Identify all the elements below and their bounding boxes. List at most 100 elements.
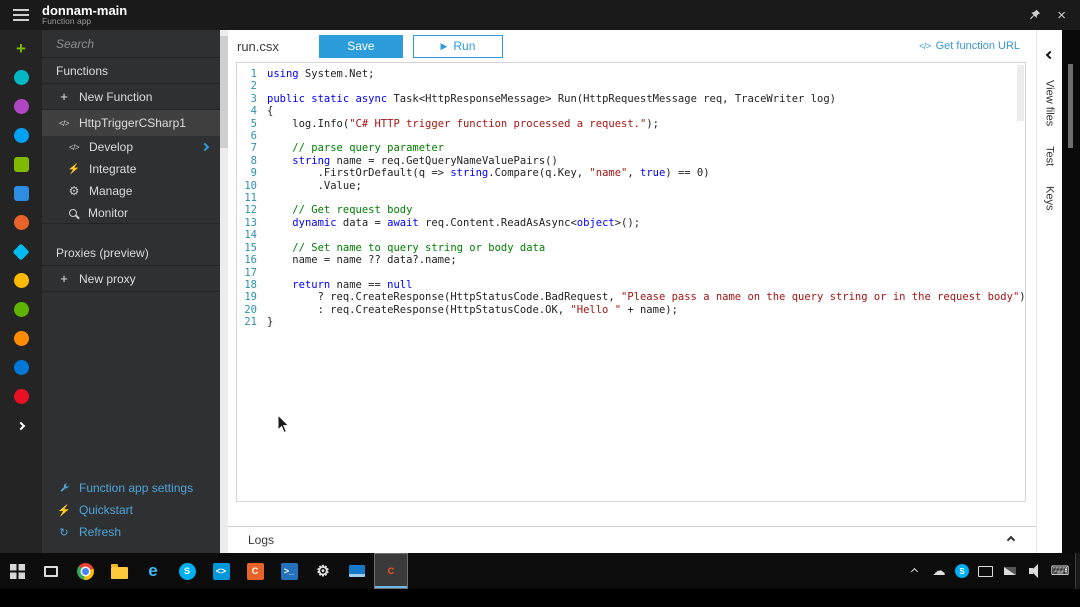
code-line: 14 — [237, 229, 1025, 241]
code-token: dynamic — [292, 216, 337, 229]
sidebar-scrollbar[interactable] — [220, 30, 228, 553]
save-button[interactable]: Save — [318, 34, 403, 58]
line-number: 10 — [244, 179, 257, 192]
rail-item-service-2[interactable] — [0, 92, 42, 121]
taskbar-app-skype[interactable]: S — [170, 553, 204, 589]
code-token: // Set name to query string or body data — [292, 241, 546, 254]
code-token: true — [640, 167, 666, 180]
taskbar-app-edge[interactable]: e — [136, 553, 170, 589]
taskbar-app-start[interactable] — [0, 553, 34, 589]
line-number: 7 — [250, 142, 257, 155]
rail-item-more[interactable] — [0, 411, 42, 440]
taskbar-app-file-explorer[interactable] — [102, 553, 136, 589]
code-token: name == — [330, 278, 388, 291]
code-line: 16 name = name ?? data?.name; — [237, 254, 1025, 266]
taskbar-app-settings[interactable]: ⚙ — [306, 553, 340, 589]
logs-bar[interactable]: Logs — [228, 526, 1036, 553]
rail-item-service-4[interactable] — [0, 150, 42, 179]
rail-item-service-6[interactable] — [0, 208, 42, 237]
hamburger-menu-icon[interactable] — [0, 0, 42, 30]
sidebar-item-new-proxy[interactable]: + New proxy — [42, 266, 220, 292]
tab-view-files[interactable]: View files — [1044, 80, 1056, 126]
rail-item-service-1[interactable] — [0, 63, 42, 92]
taskbar-app-chrome[interactable] — [68, 553, 102, 589]
code-line: 8 string name = req.GetQueryNameValuePai… — [237, 155, 1025, 167]
code-token: // parse query parameter — [292, 142, 445, 155]
sidebar-item-new-function[interactable]: + New Function — [42, 84, 220, 110]
taskbar-app-app-c[interactable]: C — [238, 553, 272, 589]
tab-keys[interactable]: Keys — [1044, 186, 1056, 210]
sidebar-item-develop[interactable]: </> Develop — [42, 136, 220, 158]
rail-item-service-11[interactable] — [0, 353, 42, 382]
sidebar-link-refresh[interactable]: ↻ Refresh — [42, 521, 220, 543]
page-scrollbar-thumb[interactable] — [1068, 64, 1073, 148]
sidebar-link-label: Function app settings — [79, 481, 194, 495]
sidebar-link-function-app-settings[interactable]: Function app settings — [42, 477, 220, 499]
pin-icon[interactable] — [1029, 9, 1041, 21]
rail-item-service-8[interactable] — [0, 266, 42, 295]
taskbar-app-monitor-app[interactable] — [340, 553, 374, 589]
sidebar-link-quickstart[interactable]: ⚡ Quickstart — [42, 499, 220, 521]
tray-display-icon[interactable] — [976, 562, 994, 580]
skype-icon: S — [178, 562, 196, 580]
page-scrollbar[interactable] — [1062, 30, 1080, 553]
chevron-up-icon[interactable] — [1006, 535, 1016, 545]
scrollbar-thumb[interactable] — [220, 36, 228, 148]
taskbar-app-vscode[interactable]: <> — [204, 553, 238, 589]
sidebar-item-functions[interactable]: Functions — [42, 58, 220, 84]
code-token: req.Content.ReadAsAsync< — [418, 216, 577, 229]
sidebar-item-manage[interactable]: ⚙ Manage — [42, 180, 220, 202]
code-token: .FirstOrDefault(q => — [267, 167, 451, 180]
sidebar-item-proxies[interactable]: Proxies (preview) — [42, 240, 220, 266]
rail-item-service-12[interactable] — [0, 382, 42, 411]
sidebar-item-label: Functions — [56, 63, 109, 78]
tray-skype-tray-icon[interactable]: S — [955, 564, 969, 578]
editor-scrollbar-thumb[interactable] — [1017, 65, 1024, 121]
taskbar-app-powershell[interactable]: >_ — [272, 553, 306, 589]
taskbar-app-recorder[interactable]: C — [374, 553, 408, 589]
code-token: ) == 0) — [665, 167, 710, 180]
collapse-panel-icon[interactable] — [1045, 50, 1054, 60]
sidebar-item-httptriggercsharp1[interactable]: </> HttpTriggerCSharp1 — [42, 110, 220, 136]
rail-item-service-5[interactable] — [0, 179, 42, 208]
code-text: public static async Task<HttpResponseMes… — [267, 93, 836, 105]
sidebar-item-integrate[interactable]: ⚡ Integrate — [42, 158, 220, 180]
code-token: ? req.CreateResponse(HttpStatusCode.BadR… — [267, 291, 622, 304]
rail-item-service-7[interactable] — [0, 237, 42, 266]
tray-volume-icon[interactable] — [1026, 562, 1044, 580]
line-number: 19 — [244, 291, 257, 304]
search-input[interactable] — [56, 36, 206, 51]
tray-hidden-icons-icon[interactable] — [905, 562, 923, 580]
code-token: return — [292, 278, 331, 291]
rail-item-service-3[interactable] — [0, 121, 42, 150]
line-number: 1 — [250, 68, 257, 80]
rail-item-service-10[interactable] — [0, 324, 42, 353]
tray-keyboard-icon[interactable]: ⌨ — [1051, 562, 1070, 580]
get-function-url-label: Get function URL — [935, 40, 1020, 52]
sidebar-footer: Function app settings ⚡ Quickstart ↻ Refresh — [42, 477, 220, 543]
code-editor[interactable]: 1 using System.Net; 2 3 public static async … — [236, 62, 1026, 502]
service-12-icon — [13, 389, 29, 404]
close-icon[interactable]: × — [1057, 8, 1066, 23]
app-c-icon: C — [246, 562, 264, 580]
code-text: .FirstOrDefault(q => string.Compare(q.Ke… — [267, 167, 710, 179]
get-function-url-link[interactable]: </> Get function URL — [919, 40, 1020, 52]
code-line: 12 // Get request body — [237, 204, 1025, 216]
taskbar-app-task-view[interactable] — [34, 553, 68, 589]
code-token: using — [267, 68, 299, 80]
service-6-icon — [13, 215, 29, 230]
tray-onedrive-icon[interactable]: ☁ — [930, 562, 948, 580]
show-desktop-button[interactable] — [1075, 553, 1080, 589]
service-5-icon — [13, 186, 29, 201]
tray-network-icon[interactable] — [1001, 562, 1019, 580]
taskbar-apps: e S <> C >_ ⚙ C — [0, 553, 408, 589]
sidebar-item-monitor[interactable]: Monitor — [42, 202, 220, 224]
sidebar: Functions + New Function </> HttpTriggerCSha… — [42, 30, 220, 553]
code-token: .Value; — [267, 179, 362, 192]
rail-item-service-9[interactable] — [0, 295, 42, 324]
rail-item-new[interactable]: + — [0, 34, 42, 63]
code-line: 11 — [237, 192, 1025, 204]
run-button[interactable]: ▶ Run — [412, 34, 503, 58]
tab-test[interactable]: Test — [1044, 146, 1056, 166]
